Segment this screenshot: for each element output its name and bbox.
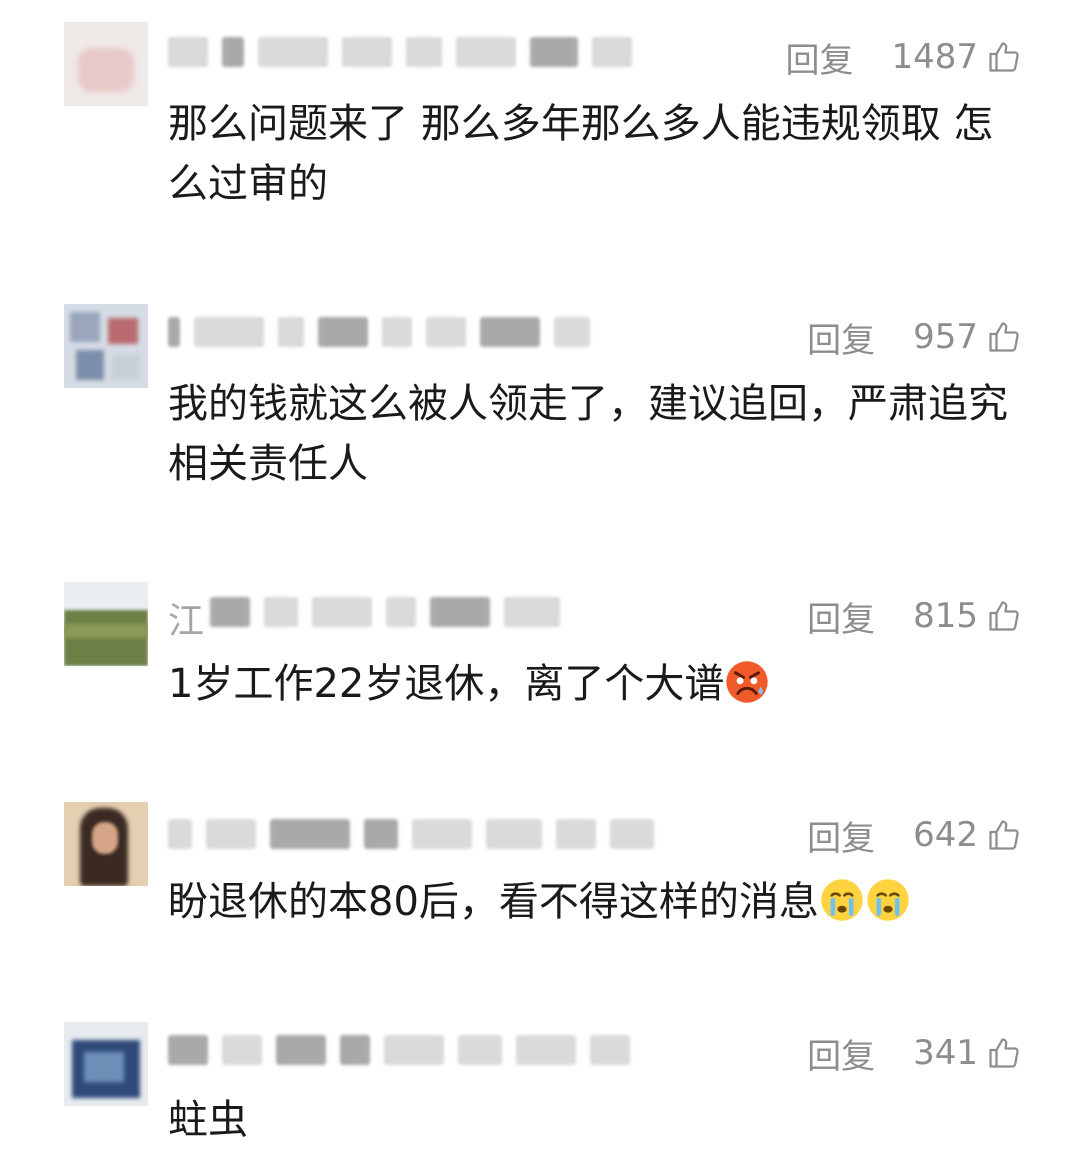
username-visible-char[interactable]: 江: [168, 592, 204, 644]
thumbs-up-icon[interactable]: [986, 817, 1022, 853]
avatar[interactable]: [64, 582, 148, 666]
like-count: 815: [913, 596, 978, 636]
thumbs-up-icon[interactable]: [986, 1035, 1022, 1071]
crying-emoji: [867, 879, 909, 921]
reply-button[interactable]: 回复: [785, 33, 853, 82]
thumbs-up-icon[interactable]: [986, 319, 1022, 355]
username-blurred[interactable]: [168, 1028, 630, 1072]
comment-text: 1岁工作22岁退休，离了个大谱: [168, 654, 1008, 714]
avatar[interactable]: [64, 22, 148, 106]
username-blurred[interactable]: [168, 30, 632, 74]
like-count: 642: [913, 815, 978, 855]
like-count: 957: [913, 317, 978, 357]
comment-actions: 回复 1487: [785, 33, 1022, 82]
comment-text: 蛀虫: [168, 1097, 248, 1143]
username-blurred[interactable]: [168, 812, 654, 856]
comment-actions: 回复 957: [807, 313, 1022, 362]
avatar[interactable]: [64, 802, 148, 886]
crying-emoji: [821, 879, 863, 921]
username-blurred[interactable]: [210, 590, 560, 634]
avatar[interactable]: [64, 304, 148, 388]
thumbs-up-icon[interactable]: [986, 39, 1022, 75]
comment-text: 那么问题来了 那么多年那么多人能违规领取 怎么过审的: [168, 101, 994, 207]
comment-actions: 回复 341: [807, 1029, 1022, 1078]
comment-text-content: 1岁工作22岁退休，离了个大谱: [168, 661, 725, 707]
comment-text: 盼退休的本80后，看不得这样的消息: [168, 872, 1008, 932]
angry-sweat-emoji: [726, 661, 769, 703]
reply-button[interactable]: 回复: [807, 1029, 875, 1078]
thumbs-up-icon[interactable]: [986, 598, 1022, 634]
comment-actions: 回复 642: [807, 811, 1022, 860]
reply-button[interactable]: 回复: [807, 811, 875, 860]
like-count: 1487: [891, 37, 978, 77]
avatar[interactable]: [64, 1022, 148, 1106]
comment-text-content: 盼退休的本80后，看不得这样的消息: [168, 879, 819, 925]
comment-text: 我的钱就这么被人领走了，建议追回，严肃追究相关责任人: [168, 381, 1008, 487]
reply-button[interactable]: 回复: [807, 592, 875, 641]
username-blurred[interactable]: [168, 310, 590, 354]
like-count: 341: [913, 1033, 978, 1073]
comment-actions: 回复 815: [807, 592, 1022, 641]
reply-button[interactable]: 回复: [807, 313, 875, 362]
